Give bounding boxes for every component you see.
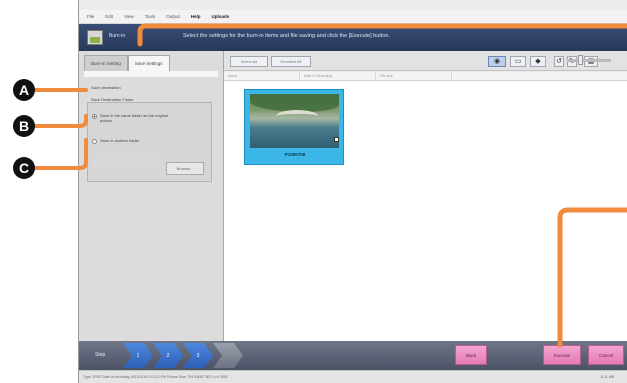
zoom-slider-track[interactable] [567,59,611,62]
screenshot-stage: File Edit View Tools Output Help Uploads… [0,0,627,383]
save-destination-label: Save destination [91,85,121,90]
menu-file[interactable]: File [87,14,94,19]
step-3: 3 [183,343,213,368]
status-text: Type: JPEG Date of recording: 8/21/2019 … [83,375,228,379]
step-bar: Step 1 2 3 Back Execute Cancel [79,341,627,370]
settings-tabs: Burn-in Setting Save Settings [84,55,170,71]
column-header: Name Date of Recording File size [224,72,627,81]
tab-content-strip [84,71,218,77]
status-size: 8.11 MB [601,375,614,379]
browse-button[interactable]: Browse... [166,162,204,175]
callout-badge-a: A [13,79,35,101]
thumbnail-view-icon[interactable]: ◉ [488,56,506,67]
image-list-area: P1000708 [224,81,627,341]
menu-tools[interactable]: Tools [145,14,156,19]
title-bar: Burn-in Select the settings for the burn… [79,24,627,51]
deselect-all-button[interactable]: Deselect All [271,56,311,67]
execute-button[interactable]: Execute [543,345,581,365]
single-view-icon[interactable]: ▭ [510,56,526,67]
app-window: File Edit View Tools Output Help Uploads… [78,0,627,383]
rotate-left-icon[interactable]: ↺ [554,56,564,67]
instruction-text: Select the settings for the burn-in item… [183,33,390,39]
status-bar: Type: JPEG Date of recording: 8/21/2019 … [79,370,627,383]
menu-uploads[interactable]: Uploads [212,14,230,19]
thumbnail-photo [250,94,339,148]
thumbnail-check-icon[interactable] [334,137,339,142]
option-another-folder[interactable]: Save in another folder [92,138,178,144]
back-button[interactable]: Back [455,345,487,365]
thumbnail-filename: P1000708 [284,152,306,157]
photo-bridge [276,110,318,122]
step-1-number: 1 [136,352,140,359]
menu-view[interactable]: View [124,14,134,19]
menu-bar: File Edit View Tools Output Help Uploads [79,10,627,24]
step-2-number: 2 [166,352,170,359]
step-3-number: 3 [196,352,200,359]
cancel-button[interactable]: Cancel [588,345,624,365]
callout-badge-b: B [13,115,35,137]
step-label: Step [95,352,106,358]
another-folder-label: Save in another folder [100,138,140,143]
menu-help[interactable]: Help [191,14,201,19]
step-2: 2 [153,343,183,368]
menu-output[interactable]: Output [166,14,180,19]
callout-badge-c: C [13,157,35,179]
column-name[interactable]: Name [224,72,300,80]
step-4 [213,343,243,368]
column-size[interactable]: File size [376,72,452,80]
column-date[interactable]: Date of Recording [300,72,376,80]
tab-burn-in-setting[interactable]: Burn-in Setting [84,55,128,71]
same-folder-radio[interactable] [92,114,97,119]
another-folder-radio[interactable] [92,139,97,144]
tab-save-settings[interactable]: Save Settings [127,55,170,71]
option-same-folder[interactable]: Save in the same folder as the original … [92,113,178,123]
settings-panel: Burn-in Setting Save Settings Save desti… [79,51,224,341]
menu-edit[interactable]: Edit [105,14,113,19]
group-view-icon[interactable]: ◆ [530,56,546,67]
image-thumbnail[interactable]: P1000708 [244,89,344,165]
step-1: 1 [123,343,153,368]
burn-in-icon [87,30,103,45]
same-folder-label: Save in the same folder as the original … [100,113,169,123]
app-title: Burn-in [109,33,126,39]
select-all-button[interactable]: Select All [230,56,268,67]
zoom-slider-thumb[interactable] [578,55,583,65]
folder-path-field[interactable] [91,158,161,168]
